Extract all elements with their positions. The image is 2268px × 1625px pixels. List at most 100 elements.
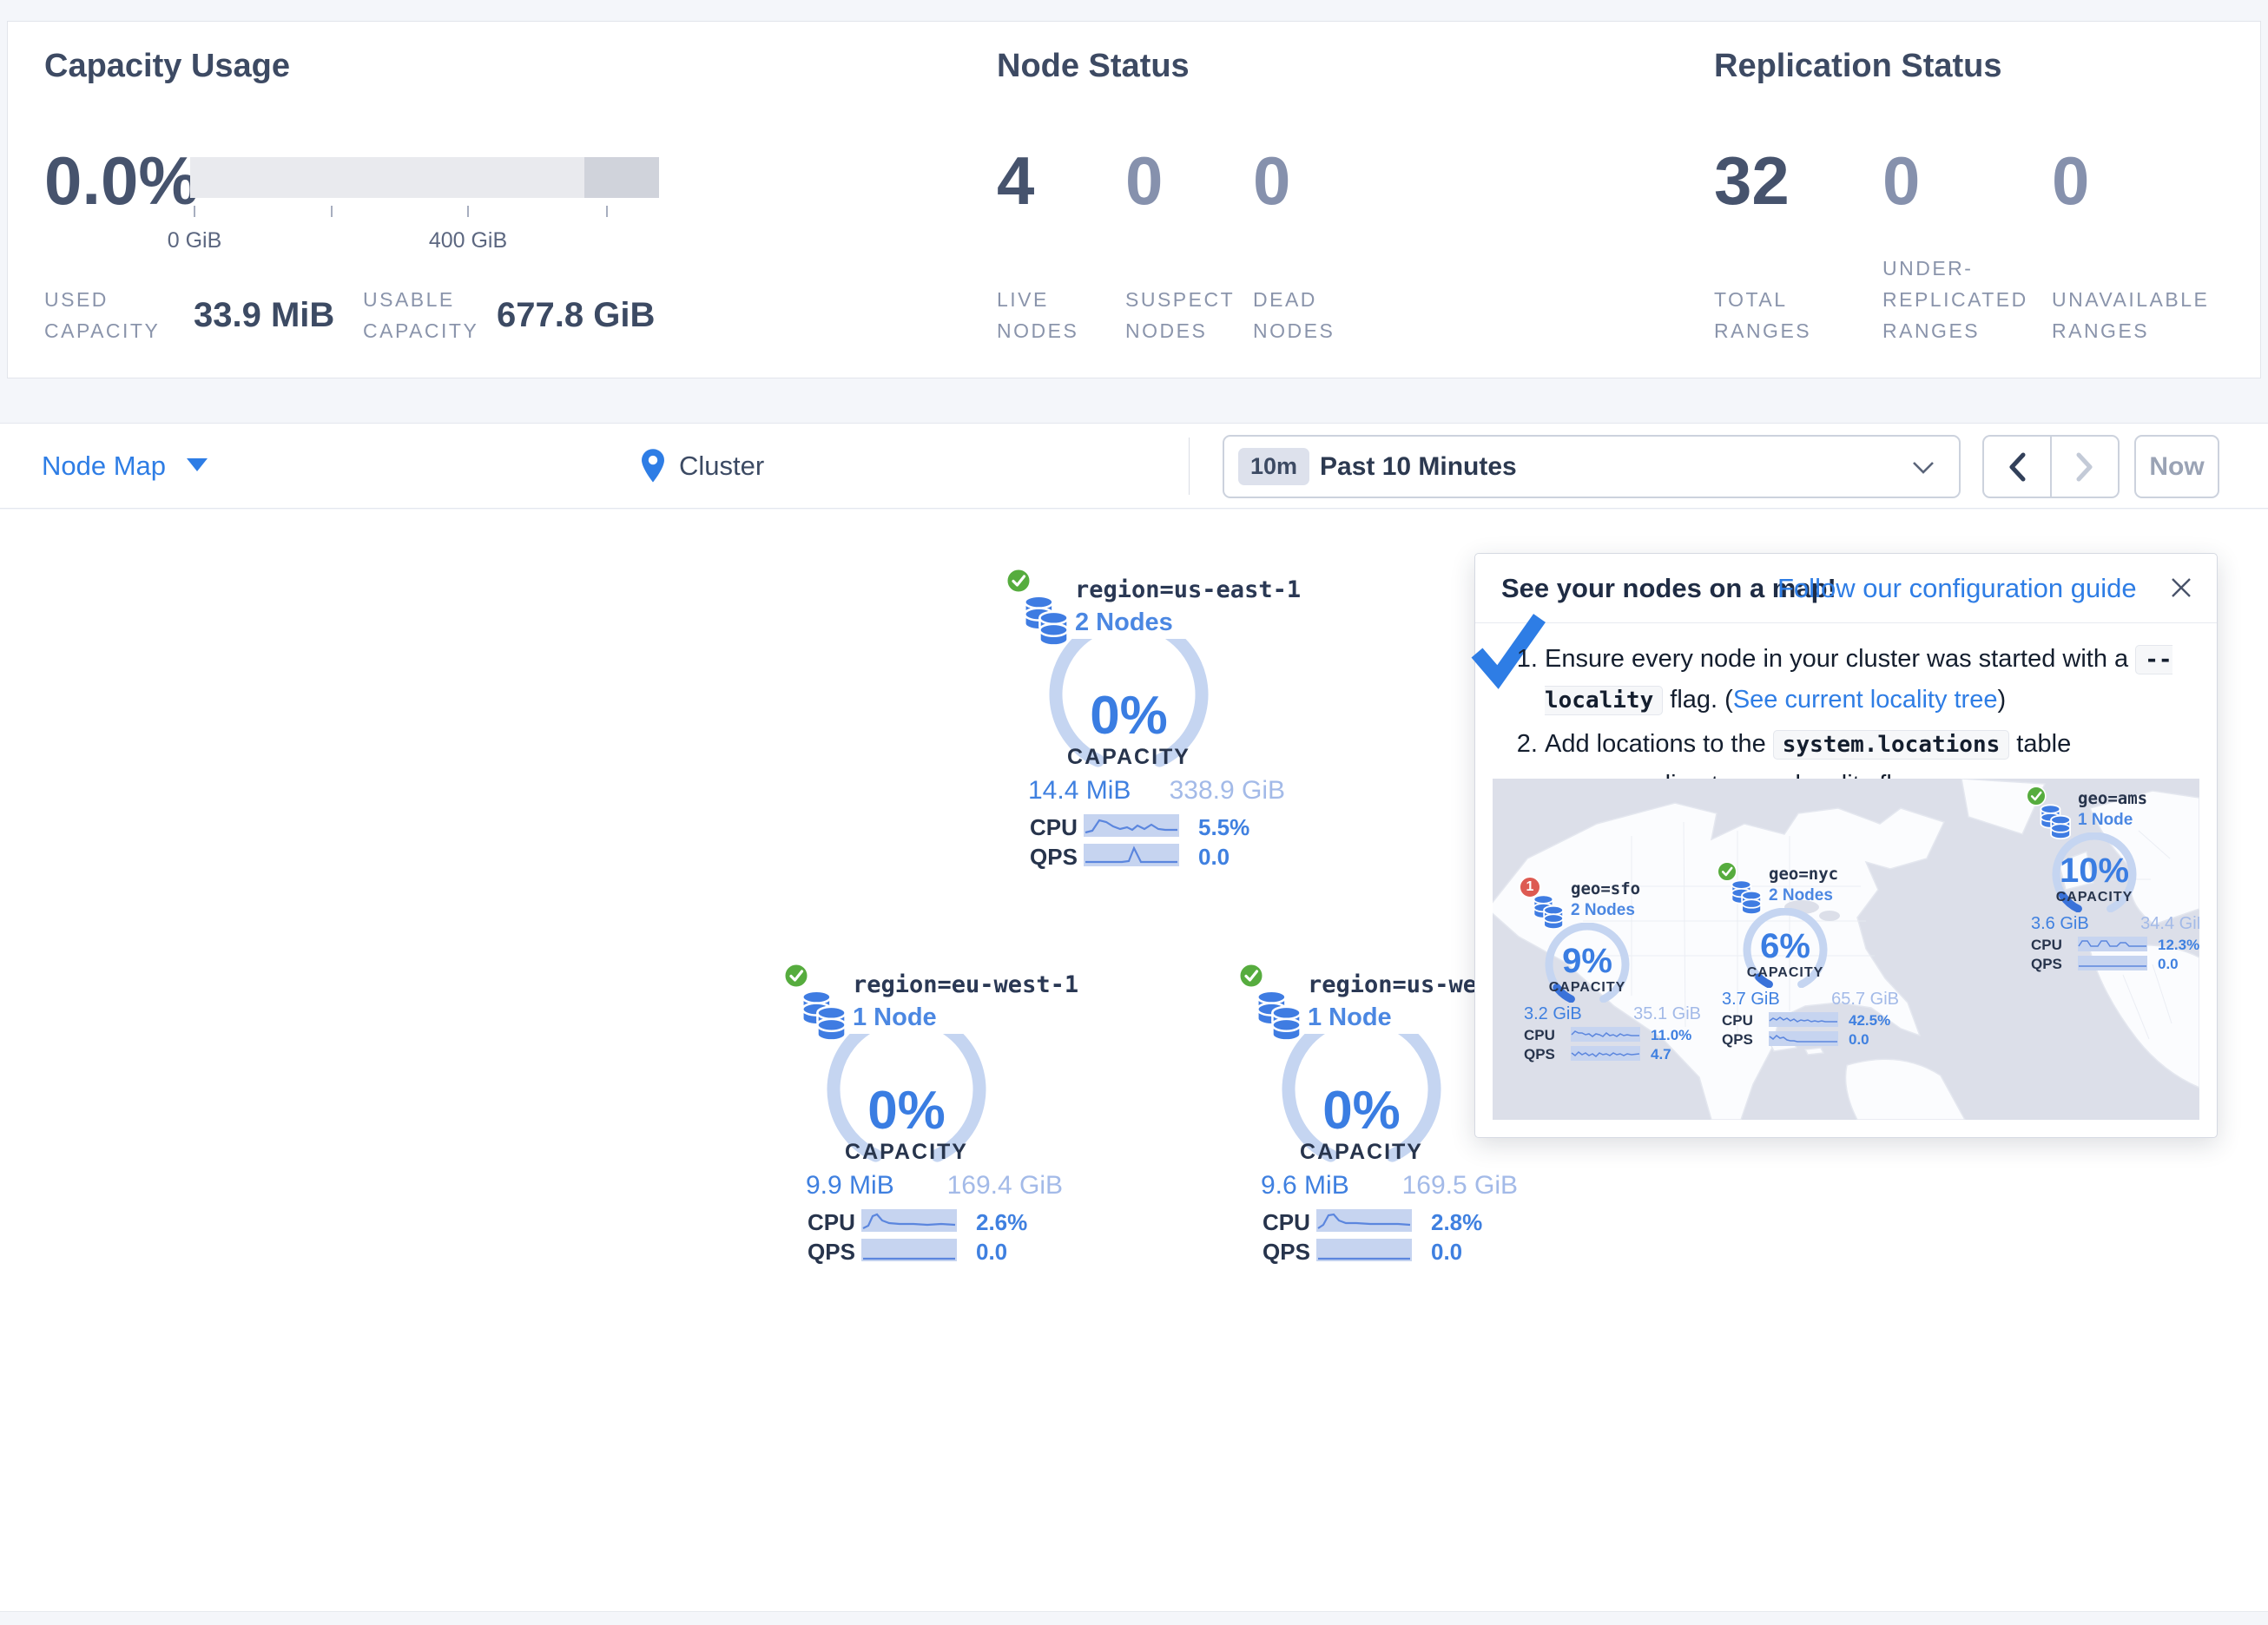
live-nodes-label: LIVE NODES <box>997 284 1105 346</box>
view-selector-dropdown[interactable]: Node Map <box>42 451 208 482</box>
qps-label: QPS <box>1722 1031 1753 1049</box>
qps-metric-row: QPS 0.0 <box>2031 956 2199 971</box>
configuration-guide-link[interactable]: Follow our configuration guide <box>1777 573 2137 604</box>
qps-value: 0.0 <box>976 1239 1007 1266</box>
cpu-value: 11.0% <box>1651 1027 1691 1044</box>
qps-label: QPS <box>1524 1046 1555 1063</box>
map-toolbar: Node Map Cluster 10m Past 10 Minutes Now <box>0 423 2268 509</box>
cpu-label: CPU <box>2031 937 2062 954</box>
cpu-sparkline <box>861 1209 957 1232</box>
map-locality-ams: geo=ams 1 Node 10% CAPACITY 3.6 GiB 34.4… <box>2026 786 2199 970</box>
capacity-total-value: 35.1 GiB <box>1605 1004 1701 1024</box>
cpu-label: CPU <box>1030 814 1078 841</box>
usable-capacity-value: 677.8 GiB <box>497 296 655 335</box>
cpu-value: 2.8% <box>1431 1209 1482 1236</box>
qps-metric-row: QPS 0.0 <box>1722 1031 1904 1047</box>
capacity-usage-percent: 0.0% <box>44 141 199 220</box>
location-pin-icon <box>640 448 666 489</box>
locality-node-count: 2 Nodes <box>1571 901 1635 920</box>
suspect-nodes-value: 0 <box>1125 141 1163 220</box>
qps-sparkline <box>2078 956 2147 970</box>
used-capacity-label: USED CAPACITY <box>44 284 175 346</box>
breadcrumb-cluster[interactable]: Cluster <box>679 451 764 482</box>
popup-step-1: Ensure every node in your cluster was st… <box>1545 639 2187 720</box>
suspect-nodes-label: SUSPECT NODES <box>1125 284 1238 346</box>
cpu-metric-row: CPU 2.8% <box>1263 1209 1523 1234</box>
locality-node-count: 2 Nodes <box>1769 886 1833 905</box>
cpu-metric-row: CPU 2.6% <box>808 1209 1068 1234</box>
locality-node-count: 1 Node <box>853 1003 937 1032</box>
time-step-buttons <box>1982 435 2120 498</box>
locality-name: geo=nyc <box>1769 865 1838 884</box>
locality-card-us-east-1[interactable]: region=us-east-1 2 Nodes 0% CAPACITY 14.… <box>990 561 1289 869</box>
step-text: flag. ( <box>1663 686 1733 714</box>
cpu-label: CPU <box>1263 1209 1310 1236</box>
used-capacity-value: 33.9 MiB <box>194 296 334 335</box>
cpu-sparkline <box>1084 814 1179 837</box>
capacity-gauge-percent: 0% <box>811 1080 1002 1141</box>
qps-sparkline <box>1084 844 1179 866</box>
node-map-canvas: region=us-east-1 2 Nodes 0% CAPACITY 14.… <box>0 510 2268 1611</box>
capacity-axis-label-400: 400 GiB <box>407 228 529 253</box>
cpu-value: 2.6% <box>976 1209 1027 1236</box>
capacity-axis-label-0: 0 GiB <box>134 228 255 253</box>
capacity-usage-title: Capacity Usage <box>44 48 290 85</box>
chevron-down-icon <box>187 458 208 471</box>
qps-sparkline <box>1769 1031 1838 1046</box>
qps-metric-row: QPS 4.7 <box>1524 1046 1706 1062</box>
time-range-selector[interactable]: 10m Past 10 Minutes <box>1223 435 1961 498</box>
step-text: ) <box>1997 686 2006 714</box>
capacity-gauge-percent: 9% <box>1522 942 1652 981</box>
capacity-gauge-percent: 6% <box>1720 927 1850 966</box>
dead-nodes-label: DEAD NODES <box>1253 284 1361 346</box>
cpu-sparkline <box>1571 1027 1640 1042</box>
qps-value: 0.0 <box>1431 1239 1462 1266</box>
capacity-gauge-label: CAPACITY <box>1522 980 1652 996</box>
qps-metric-row: QPS 0.0 <box>1030 844 1290 868</box>
qps-label: QPS <box>808 1239 855 1266</box>
capacity-total-value: 338.9 GiB <box>1164 776 1285 806</box>
cpu-metric-row: CPU 5.5% <box>1030 814 1290 839</box>
qps-sparkline <box>861 1239 957 1261</box>
locality-tree-link[interactable]: See current locality tree <box>1733 686 1998 714</box>
capacity-used-value: 3.7 GiB <box>1722 990 1780 1010</box>
capacity-axis-tick <box>606 206 608 217</box>
capacity-axis-tick <box>467 206 469 217</box>
cpu-metric-row: CPU 42.5% <box>1722 1012 1904 1028</box>
under-replicated-ranges-value: 0 <box>1882 141 1920 220</box>
cpu-metric-row: CPU 11.0% <box>1524 1027 1706 1043</box>
qps-label: QPS <box>2031 956 2062 973</box>
map-locality-sfo: 1 geo=sfo 2 Nodes <box>1519 876 1710 1060</box>
close-icon[interactable] <box>2168 575 2194 605</box>
qps-sparkline <box>1316 1239 1412 1261</box>
locality-card-eu-west-1[interactable]: region=eu-west-1 1 Node 0% CAPACITY 9.9 … <box>768 956 1067 1264</box>
capacity-gauge-label: CAPACITY <box>1720 965 1850 981</box>
capacity-gauge-percent: 0% <box>1033 685 1224 747</box>
capacity-gauge-percent: 0% <box>1266 1080 1457 1141</box>
capacity-gauge-label: CAPACITY <box>2029 890 2159 905</box>
cpu-value: 5.5% <box>1198 814 1249 841</box>
time-step-back-button[interactable] <box>1984 437 2050 497</box>
step-text: Ensure every node in your cluster was st… <box>1545 645 2135 673</box>
nodes-on-map-popup: See your nodes on a map! Follow our conf… <box>1474 553 2218 1138</box>
time-step-forward-button[interactable] <box>2050 437 2118 497</box>
now-button[interactable]: Now <box>2134 435 2219 498</box>
capacity-gauge-label: CAPACITY <box>1033 745 1224 770</box>
cpu-value: 12.3% <box>2158 937 2199 954</box>
usable-capacity-label: USABLE CAPACITY <box>363 284 502 346</box>
capacity-total-value: 65.7 GiB <box>1803 990 1899 1010</box>
qps-sparkline <box>1571 1046 1640 1061</box>
capacity-total-value: 169.4 GiB <box>941 1171 1063 1201</box>
cpu-sparkline <box>1769 1012 1838 1027</box>
locality-name: geo=ams <box>2078 789 2147 808</box>
capacity-used-value: 14.4 MiB <box>1028 776 1131 806</box>
capacity-gauge-label: CAPACITY <box>1266 1140 1457 1165</box>
capacity-usage-bar <box>190 157 659 198</box>
capacity-used-value: 9.9 MiB <box>806 1171 894 1201</box>
cluster-summary-panel: Capacity Usage 0.0% 0 GiB 400 GiB USED C… <box>7 21 2261 378</box>
total-ranges-value: 32 <box>1714 141 1790 220</box>
cpu-label: CPU <box>1524 1027 1555 1044</box>
footer-strip <box>0 1611 2268 1625</box>
chevron-left-icon <box>2007 452 2027 482</box>
qps-value: 0.0 <box>2158 956 2179 973</box>
